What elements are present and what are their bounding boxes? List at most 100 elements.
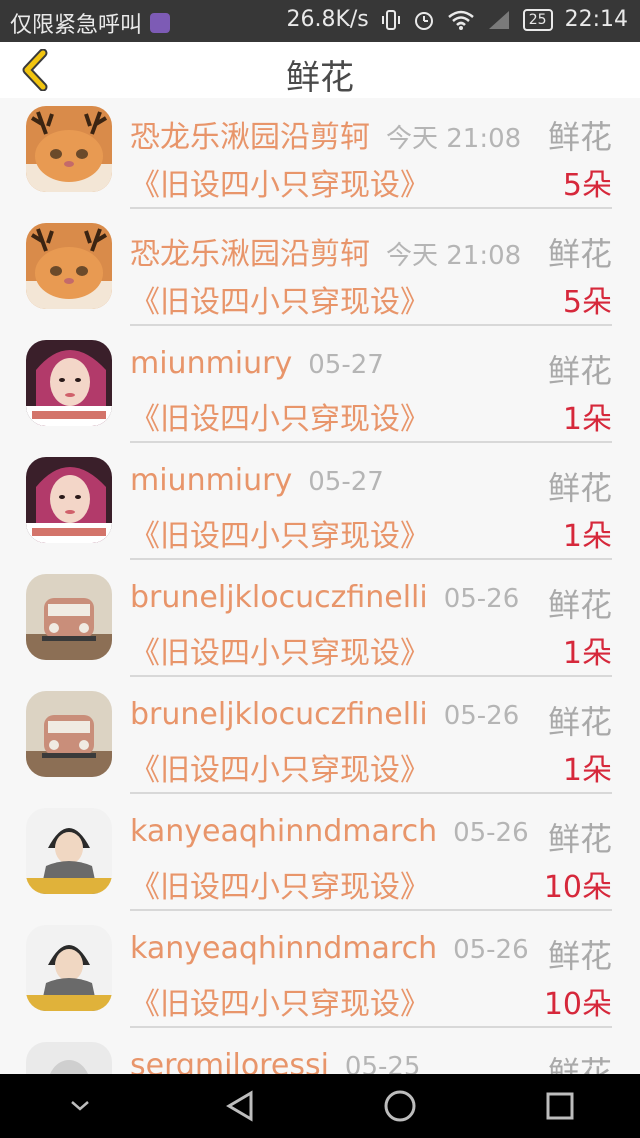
avatar[interactable] xyxy=(26,1042,112,1074)
user-name[interactable]: kanyeaqhinndmarch 05-26 xyxy=(130,814,529,849)
avatar[interactable] xyxy=(26,925,112,1011)
work-title[interactable]: 《旧设四小只穿现设》 xyxy=(130,745,430,789)
user-name[interactable]: miunmiury 05-27 xyxy=(130,463,384,498)
nav-down-button[interactable] xyxy=(50,1076,110,1136)
work-title[interactable]: 《旧设四小只穿现设》 xyxy=(130,394,430,438)
gift-category: 鲜花 xyxy=(547,1054,612,1074)
user-name-text: sergmiloressi xyxy=(130,1048,329,1074)
gift-category: 鲜花 xyxy=(547,118,612,156)
gift-count: 5朵 xyxy=(562,168,612,203)
user-name[interactable]: sergmiloressi 05-25 xyxy=(130,1048,420,1074)
work-title[interactable]: 《旧设四小只穿现设》 xyxy=(130,511,430,555)
list-item[interactable]: kanyeaqhinndmarch 05-26 鲜花《旧设四小只穿现设》 10朵 xyxy=(0,917,640,1034)
timestamp: 05-26 xyxy=(443,701,520,731)
nav-home-button[interactable] xyxy=(370,1076,430,1136)
gift-list[interactable]: 恐龙乐湫园沿剪轲 今天 21:08 鲜花 《旧设四小只穿现设》 5朵 恐龙乐湫园沿剪轲 今天… xyxy=(0,98,640,1074)
timestamp: 05-27 xyxy=(308,350,384,380)
signal-icon xyxy=(488,10,509,29)
list-item[interactable]: 恐龙乐湫园沿剪轲 今天 21:08 鲜花《旧设四小只穿现设》 5朵 xyxy=(0,215,640,332)
divider xyxy=(130,1026,612,1028)
user-name-text: bruneljklocuczfinelli xyxy=(130,580,428,615)
divider xyxy=(130,909,612,911)
timestamp: 今天 21:08 xyxy=(386,241,522,271)
avatar[interactable] xyxy=(26,808,112,894)
square-recent-icon xyxy=(546,1092,574,1120)
avatar[interactable] xyxy=(26,574,112,660)
chevron-down-icon xyxy=(71,1101,89,1111)
gift-count: 1朵 xyxy=(562,636,612,671)
divider xyxy=(130,207,612,209)
user-name-text: kanyeaqhinndmarch xyxy=(130,814,438,849)
list-item[interactable]: 恐龙乐湫园沿剪轲 今天 21:08 鲜花《旧设四小只穿现设》 5朵 xyxy=(0,98,640,215)
avatar[interactable] xyxy=(26,106,112,192)
divider xyxy=(130,675,612,677)
divider xyxy=(130,324,612,326)
status-left: 仅限紧急呼叫 xyxy=(10,7,171,39)
page-title: 鲜花 xyxy=(286,58,354,98)
work-title[interactable]: 《旧设四小只穿现设》 xyxy=(130,862,430,906)
battery-indicator: 25 xyxy=(522,8,553,31)
gift-category: 鲜花 xyxy=(547,469,612,507)
timestamp: 05-26 xyxy=(453,818,529,848)
list-item[interactable]: bruneljklocuczfinelli 05-26 鲜花《旧设四小只穿现设》 1朵 xyxy=(0,683,640,800)
timestamp: 05-27 xyxy=(308,467,384,497)
gift-category: 鲜花 xyxy=(547,352,612,390)
alarm-icon xyxy=(414,11,433,30)
list-item[interactable]: sergmiloressi 05-25 鲜花 xyxy=(0,1034,640,1074)
timestamp: 05-26 xyxy=(443,584,520,614)
work-title[interactable]: 《旧设四小只穿现设》 xyxy=(130,628,430,672)
title-bar: 鲜花 xyxy=(0,42,640,98)
avatar[interactable] xyxy=(26,457,112,543)
divider xyxy=(130,441,612,443)
gift-count: 10朵 xyxy=(543,870,612,905)
user-name[interactable]: 恐龙乐湫园沿剪轲 今天 21:08 xyxy=(130,112,521,156)
user-name[interactable]: bruneljklocuczfinelli 05-26 xyxy=(130,580,519,615)
user-name-text: miunmiury xyxy=(130,346,293,381)
avatar[interactable] xyxy=(26,691,112,777)
divider xyxy=(130,558,612,560)
user-name-text: bruneljklocuczfinelli xyxy=(130,697,428,732)
status-bar: 仅限紧急呼叫 26.8K/s 25 22:14 xyxy=(0,0,640,42)
gift-count: 1朵 xyxy=(562,402,612,437)
user-name[interactable]: 恐龙乐湫园沿剪轲 今天 21:08 xyxy=(130,229,521,273)
user-name[interactable]: kanyeaqhinndmarch 05-26 xyxy=(130,931,529,966)
circle-home-icon xyxy=(384,1090,416,1122)
list-item[interactable]: bruneljklocuczfinelli 05-26 鲜花《旧设四小只穿现设》 1朵 xyxy=(0,566,640,683)
nav-recent-button[interactable] xyxy=(530,1076,590,1136)
avatar[interactable] xyxy=(26,340,112,426)
user-name-text: 恐龙乐湫园沿剪轲 xyxy=(130,120,370,155)
gift-category: 鲜花 xyxy=(547,937,612,975)
gift-count: 5朵 xyxy=(562,285,612,320)
navigation-bar xyxy=(0,1074,640,1138)
gift-count: 10朵 xyxy=(543,987,612,1022)
gift-count: 1朵 xyxy=(562,753,612,788)
user-name-text: kanyeaqhinndmarch xyxy=(130,931,438,966)
status-right: 26.8K/s 25 22:14 xyxy=(286,7,628,32)
triangle-back-icon xyxy=(226,1090,253,1122)
gift-category: 鲜花 xyxy=(547,235,612,273)
list-item[interactable]: kanyeaqhinndmarch 05-26 鲜花《旧设四小只穿现设》 10朵 xyxy=(0,800,640,917)
timestamp: 今天 21:08 xyxy=(386,124,522,154)
gallery-notification-icon xyxy=(150,13,171,33)
work-title[interactable]: 《旧设四小只穿现设》 xyxy=(130,160,430,204)
work-title[interactable]: 《旧设四小只穿现设》 xyxy=(130,979,430,1023)
wifi-icon xyxy=(447,10,474,30)
clock: 22:14 xyxy=(564,7,628,32)
user-name[interactable]: bruneljklocuczfinelli 05-26 xyxy=(130,697,519,732)
list-item[interactable]: miunmiury 05-27 鲜花《旧设四小只穿现设》 1朵 xyxy=(0,449,640,566)
user-name[interactable]: miunmiury 05-27 xyxy=(130,346,384,381)
work-title[interactable]: 《旧设四小只穿现设》 xyxy=(130,277,430,321)
avatar[interactable] xyxy=(26,223,112,309)
divider xyxy=(130,792,612,794)
carrier-text: 仅限紧急呼叫 xyxy=(10,13,143,38)
timestamp: 05-26 xyxy=(453,935,529,965)
gift-count: 1朵 xyxy=(562,519,612,554)
vibrate-icon xyxy=(381,9,400,30)
gift-category: 鲜花 xyxy=(547,820,612,858)
list-item[interactable]: miunmiury 05-27 鲜花《旧设四小只穿现设》 1朵 xyxy=(0,332,640,449)
gift-category: 鲜花 xyxy=(547,586,612,624)
user-name-text: miunmiury xyxy=(130,463,293,498)
user-name-text: 恐龙乐湫园沿剪轲 xyxy=(130,237,370,272)
nav-back-button[interactable] xyxy=(210,1076,270,1136)
gift-category: 鲜花 xyxy=(547,703,612,741)
